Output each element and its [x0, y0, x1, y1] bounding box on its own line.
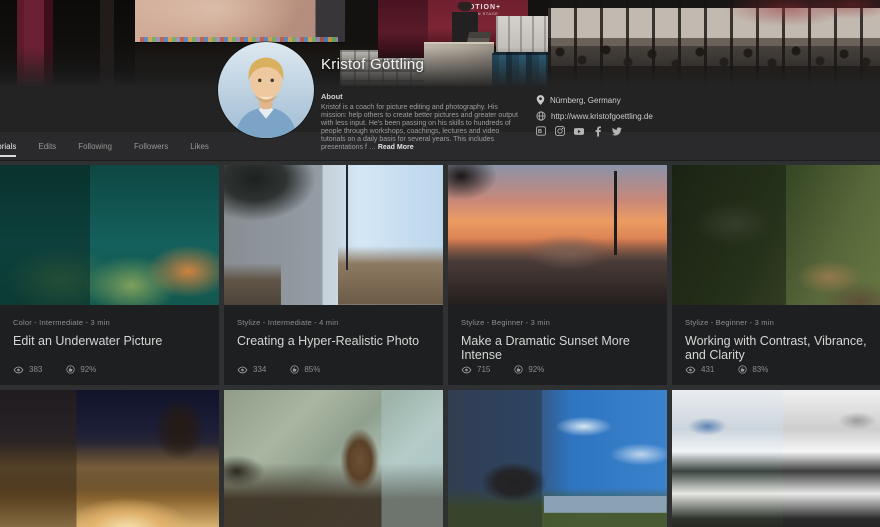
tutorial-thumb-forest-stream [672, 165, 880, 305]
about-text: Kristof is a coach for picture editing a… [321, 104, 521, 152]
website-link[interactable]: http://www.kristofgoettling.de [551, 112, 653, 121]
tutorial-card[interactable] [448, 390, 667, 527]
tab-edits[interactable]: Edits [38, 132, 56, 160]
instagram-icon[interactable] [555, 126, 565, 136]
card-stats: 334 85% [237, 365, 320, 374]
tutorial-card[interactable]: Stylize - Beginner - 3 min Working with … [672, 165, 880, 385]
eye-icon [13, 366, 24, 374]
profile-name: Kristof Göttling [321, 56, 424, 73]
rating-stat: 85% [290, 365, 320, 374]
tutorial-thumb-castle-landscape [448, 390, 667, 527]
tab-following[interactable]: Following [78, 132, 112, 160]
card-info: Stylize - Intermediate - 4 min Creating … [224, 305, 443, 385]
views-count: 431 [701, 365, 714, 374]
views-count: 383 [29, 365, 42, 374]
tutorial-card[interactable]: Stylize - Intermediate - 4 min Creating … [224, 165, 443, 385]
tutorial-thumb-mosque-sunset [448, 165, 667, 305]
tutorial-thumb-snowy-mountains-bw-split [672, 390, 880, 527]
views-stat: 431 [685, 365, 714, 374]
card-info: Stylize - Beginner - 3 min Working with … [672, 305, 880, 385]
tab-tutorials[interactable]: Tutorials [0, 132, 16, 160]
card-stats: 431 83% [685, 365, 768, 374]
card-meta: Color - Intermediate - 3 min [13, 318, 206, 327]
tutorial-card[interactable] [0, 390, 219, 527]
location-row: Nürnberg, Germany [536, 93, 653, 107]
tutorials-grid: Color - Intermediate - 3 min Edit an Und… [0, 165, 880, 527]
banner-fade-overlay [0, 0, 880, 86]
youtube-icon[interactable] [574, 126, 584, 136]
rating-value: 85% [304, 365, 320, 374]
profile-banner: MOTION+ MOTION STAGE [0, 0, 880, 132]
tutorial-thumb-seal-on-rocks [224, 390, 443, 527]
tutorial-thumb-dubai-palm-skyline [224, 165, 443, 305]
location-text: Nürnberg, Germany [550, 96, 621, 105]
thumbs-up-icon [66, 365, 75, 374]
card-info: Color - Intermediate - 3 min Edit an Und… [0, 305, 219, 385]
website-row: http://www.kristofgoettling.de [536, 109, 653, 123]
about-body: Kristof is a coach for picture editing a… [321, 104, 518, 151]
thumbs-up-icon [514, 365, 523, 374]
card-meta: Stylize - Intermediate - 4 min [237, 318, 430, 327]
about-label: About [321, 92, 521, 101]
tutorial-thumb-brooklyn-bridge-night [0, 390, 219, 527]
banner-photo-collage: MOTION+ MOTION STAGE [0, 0, 880, 86]
views-stat: 383 [13, 365, 42, 374]
rating-stat: 83% [738, 365, 768, 374]
read-more-link[interactable]: Read More [378, 144, 414, 151]
location-pin-icon [536, 94, 545, 106]
card-info: Stylize - Beginner - 3 min Make a Dramat… [448, 305, 667, 385]
card-meta: Stylize - Beginner - 3 min [461, 318, 654, 327]
tutorial-card[interactable]: Stylize - Beginner - 3 min Make a Dramat… [448, 165, 667, 385]
rating-value: 83% [752, 365, 768, 374]
contact-section: Nürnberg, Germany http://www.kristofgoet… [536, 93, 653, 136]
tutorial-card[interactable] [672, 390, 880, 527]
card-title: Working with Contrast, Vibrance, and Cla… [685, 334, 878, 362]
thumbs-up-icon [290, 365, 299, 374]
tutorial-card[interactable]: Color - Intermediate - 3 min Edit an Und… [0, 165, 219, 385]
eye-icon [461, 366, 472, 374]
card-title: Make a Dramatic Sunset More Intense [461, 334, 654, 362]
card-title: Edit an Underwater Picture [13, 334, 206, 348]
eye-icon [685, 366, 696, 374]
rating-stat: 92% [514, 365, 544, 374]
thumbs-up-icon [738, 365, 747, 374]
card-title: Creating a Hyper-Realistic Photo [237, 334, 430, 348]
card-stats: 715 92% [461, 365, 544, 374]
rating-value: 92% [528, 365, 544, 374]
tutorial-thumb-underwater-coral-reef [0, 165, 219, 305]
eye-icon [237, 366, 248, 374]
facebook-icon[interactable] [593, 126, 603, 136]
avatar[interactable] [218, 42, 314, 138]
profile-page: MOTION+ MOTION STAGE [0, 0, 880, 527]
tab-followers[interactable]: Followers [134, 132, 168, 160]
card-stats: 383 92% [13, 365, 96, 374]
about-section: About Kristof is a coach for picture edi… [321, 92, 521, 152]
views-count: 334 [253, 365, 266, 374]
rating-stat: 92% [66, 365, 96, 374]
svg-text:B: B [538, 129, 542, 135]
social-icons-row: B [536, 126, 653, 136]
views-stat: 715 [461, 365, 490, 374]
globe-icon [536, 111, 546, 121]
tab-likes[interactable]: Likes [190, 132, 209, 160]
tutorial-card[interactable] [224, 390, 443, 527]
views-count: 715 [477, 365, 490, 374]
views-stat: 334 [237, 365, 266, 374]
twitter-icon[interactable] [612, 126, 622, 136]
card-meta: Stylize - Beginner - 3 min [685, 318, 878, 327]
rating-value: 92% [80, 365, 96, 374]
behance-icon[interactable]: B [536, 126, 546, 136]
about-ellipsis: … [367, 144, 378, 151]
